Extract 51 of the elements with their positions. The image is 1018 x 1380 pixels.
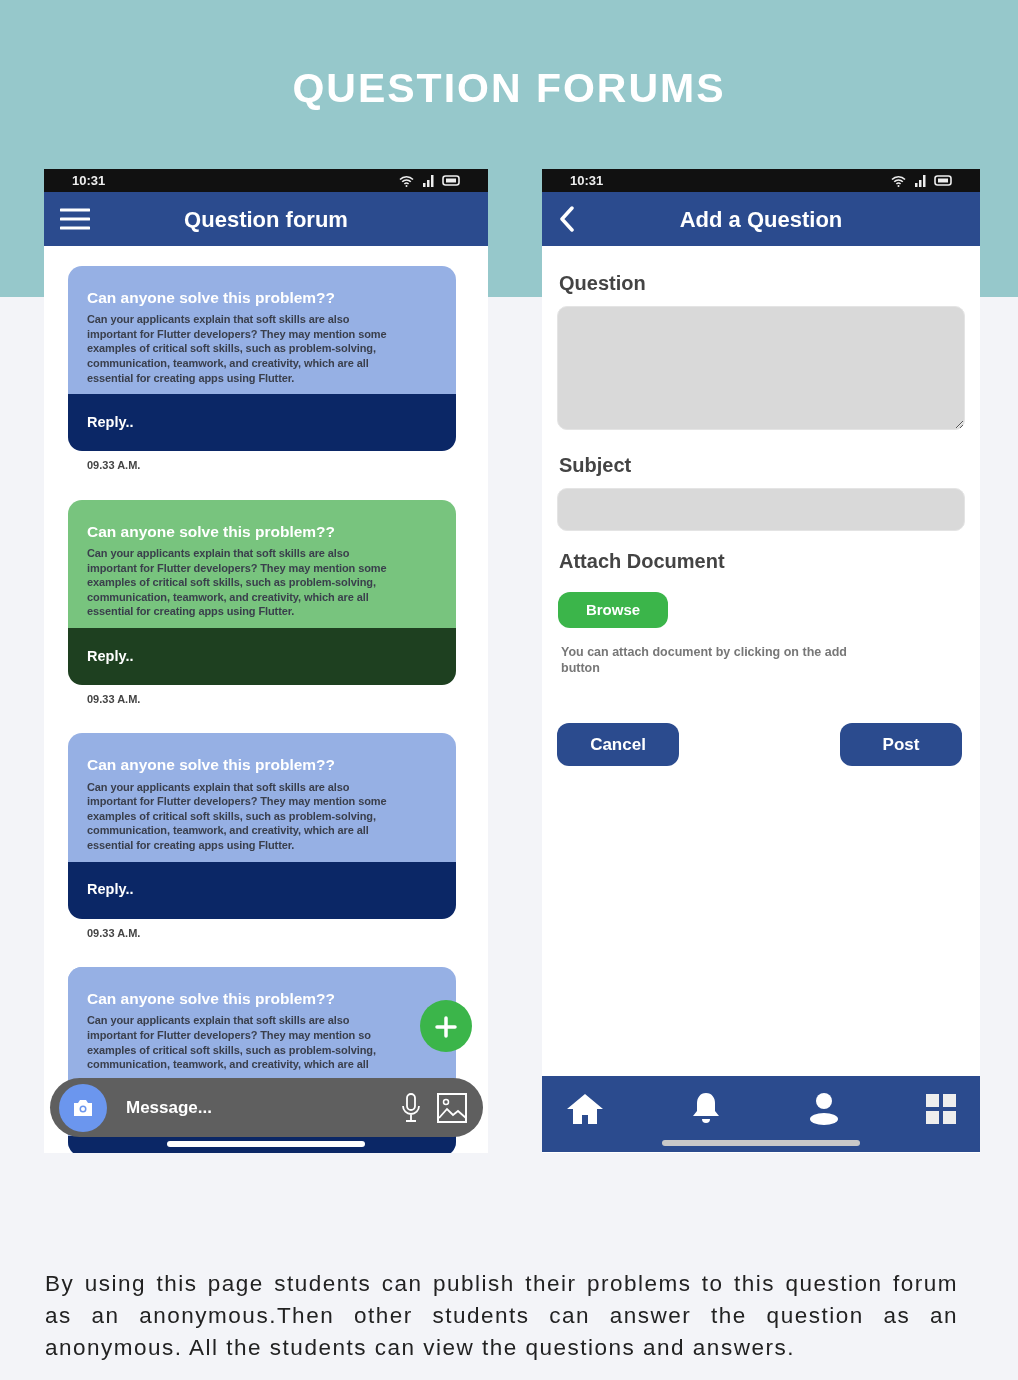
camera-button[interactable] <box>59 1083 107 1132</box>
add-button[interactable] <box>420 1000 472 1052</box>
question-text: Can your applicants explain that soft skills are also important for Flutter developers? They may mention so examples of critical soft skills, such as problem-solving, communication, teamwork, and creativity, which are all <box>87 1013 377 1072</box>
app-title: Question forum <box>184 205 348 234</box>
section-label: Attach Document <box>559 549 726 574</box>
battery-icon <box>934 175 952 186</box>
message-bar[interactable]: Message... <box>50 1078 483 1137</box>
wifi-icon <box>891 174 906 187</box>
post-time: 09.33 A.M. <box>87 458 142 474</box>
reply-bar[interactable]: Reply.. <box>68 627 456 685</box>
grid-icon[interactable] <box>926 1094 956 1124</box>
battery-icon <box>442 175 460 186</box>
person-icon[interactable] <box>808 1092 839 1126</box>
microphone-icon[interactable] <box>401 1092 421 1123</box>
subject-field[interactable] <box>557 488 965 531</box>
wifi-icon <box>399 174 414 187</box>
question-text: Can your applicants explain that soft skills are also important for Flutter developers? They may mention some examples of critical soft skills, such as problem-solving, communication, teamwork, and creativity, which are all essential for creating apps using Flutter. <box>87 779 388 853</box>
signal-icon <box>422 174 434 187</box>
field-label: Question <box>559 271 647 296</box>
page-title: QUESTION FORUMS <box>291 64 727 113</box>
home-icon[interactable] <box>566 1093 604 1125</box>
action-button[interactable]: Cancel <box>557 723 679 766</box>
bell-icon[interactable] <box>691 1092 722 1126</box>
question-text: Can your applicants explain that soft skills are also important for Flutter developers? They may mention some examples of critical soft skills, such as problem-solving, communication, teamwork, and creativity, which are all essential for creating apps using Flutter. <box>87 312 388 386</box>
question-card[interactable] <box>68 499 456 628</box>
hint-text: You can attach document by clicking on the add button <box>561 644 848 676</box>
signal-icon <box>914 174 926 187</box>
plus-icon <box>435 1015 457 1038</box>
question-title: Can anyone solve this problem?? <box>87 288 337 308</box>
status-time: 10:31 <box>570 171 604 190</box>
message-input[interactable]: Message... <box>124 1093 374 1122</box>
question-title: Can anyone solve this problem?? <box>87 989 337 1010</box>
app-title: Add a Question <box>679 205 843 234</box>
post-time: 09.33 A.M. <box>87 691 142 707</box>
reply-bar[interactable]: Reply.. <box>68 394 456 452</box>
question-title: Can anyone solve this problem?? <box>87 521 337 542</box>
question-card[interactable] <box>68 733 456 862</box>
post-time: 09.33 A.M. <box>87 925 142 941</box>
description-paragraph: By using this page students can publish their problems to this question forum as an anonymous.Then other students can answer the question as an anonymous. All the students can view the questions and answers. <box>45 1270 958 1362</box>
field-label: Subject <box>559 453 633 478</box>
action-button[interactable]: Post <box>840 723 962 766</box>
back-icon[interactable] <box>559 206 575 232</box>
question-title: Can anyone solve this problem?? <box>87 755 337 776</box>
question-card[interactable] <box>68 266 456 395</box>
reply-bar[interactable]: Reply.. <box>68 861 456 919</box>
camera-icon <box>72 1098 94 1117</box>
status-time: 10:31 <box>72 171 106 190</box>
question-field[interactable] <box>557 306 965 430</box>
image-icon[interactable] <box>437 1092 467 1123</box>
question-text: Can your applicants explain that soft skills are also important for Flutter developers? They may mention some examples of critical soft skills, such as problem-solving, communication, teamwork, and creativity, which are all essential for creating apps using Flutter. <box>87 545 388 619</box>
menu-icon[interactable] <box>60 208 90 230</box>
